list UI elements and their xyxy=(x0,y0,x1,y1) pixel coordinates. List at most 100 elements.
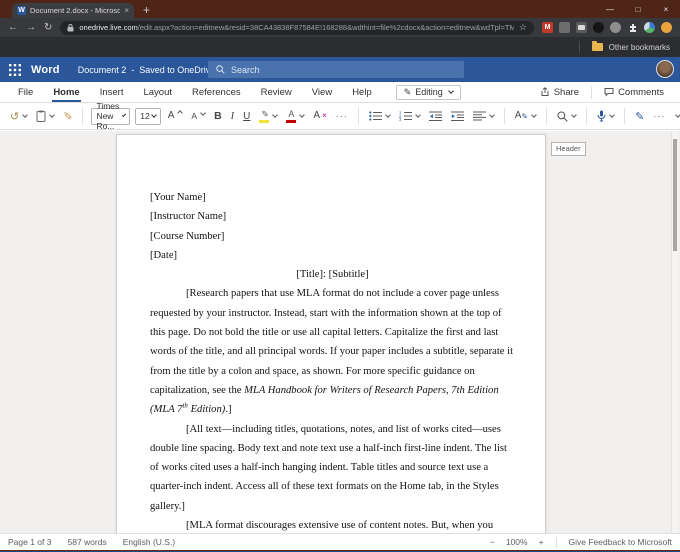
close-icon[interactable]: × xyxy=(652,0,680,18)
font-size-select[interactable]: 12 xyxy=(135,108,160,125)
page-count[interactable]: Page 1 of 3 xyxy=(8,537,51,547)
italic-button[interactable]: I xyxy=(229,110,237,123)
divider xyxy=(358,108,359,124)
font-size-value: 12 xyxy=(140,111,149,121)
zoom-level[interactable]: 100% xyxy=(506,537,528,547)
paragraph[interactable]: [Course Number] xyxy=(150,227,515,246)
clear-formatting-button[interactable]: A × xyxy=(311,110,328,122)
paragraph[interactable]: [All text—including titles, quotations, … xyxy=(150,420,515,516)
grow-font-button[interactable]: A xyxy=(166,110,185,122)
document-title-bar[interactable]: Document 2 - Saved to OneDrive xyxy=(78,65,227,75)
minimize-icon[interactable]: — xyxy=(596,0,624,18)
search-input[interactable]: Search xyxy=(208,61,464,78)
find-button[interactable] xyxy=(555,110,578,123)
extensions-area: M xyxy=(542,22,672,33)
app-launcher-waffle-icon[interactable] xyxy=(9,64,21,76)
tab-help[interactable]: Help xyxy=(342,82,382,102)
ribbon-tab-bar: File Home Insert Layout References Revie… xyxy=(0,82,680,103)
extension-icon-4[interactable] xyxy=(593,22,604,33)
new-tab-button[interactable]: + xyxy=(143,4,150,16)
collapse-ribbon-button[interactable] xyxy=(672,114,680,118)
more-font-options-button[interactable]: ··· xyxy=(334,110,350,122)
account-avatar[interactable] xyxy=(656,60,674,78)
editing-mode-button[interactable]: ✎ Editing xyxy=(396,85,461,100)
tab-references[interactable]: References xyxy=(182,82,251,102)
extension-icon-2[interactable] xyxy=(559,22,570,33)
feedback-link[interactable]: Give Feedback to Microsoft xyxy=(569,537,672,547)
font-color-button[interactable]: A xyxy=(284,109,306,124)
zoom-out-button[interactable]: − xyxy=(490,537,495,547)
browser-tab[interactable]: W Document 2.docx - Microsoft W... × xyxy=(12,3,134,18)
underline-button[interactable]: U xyxy=(241,110,252,123)
font-color-icon: A xyxy=(286,110,296,123)
tab-view[interactable]: View xyxy=(302,82,342,102)
divider xyxy=(591,86,592,99)
extension-icon-5[interactable] xyxy=(610,22,621,33)
word-count[interactable]: 587 words xyxy=(67,537,106,547)
clear-formatting-icon: A xyxy=(313,111,320,121)
ribbon-overflow-button[interactable]: ··· xyxy=(651,110,667,122)
caret-up-icon xyxy=(178,110,184,116)
title-separator: - xyxy=(131,65,134,75)
divider xyxy=(586,108,587,124)
back-icon[interactable]: ← xyxy=(8,23,18,33)
divider xyxy=(624,108,625,124)
dictate-button[interactable] xyxy=(595,109,616,123)
paragraph[interactable]: [Instructor Name] xyxy=(150,207,515,226)
other-bookmarks-folder-icon xyxy=(592,43,603,51)
styles-button[interactable]: A ✎ xyxy=(513,110,538,122)
scrollbar-thumb[interactable] xyxy=(673,139,677,251)
styles-icon: A xyxy=(515,111,522,121)
undo-button[interactable]: ↺ xyxy=(8,109,29,124)
paragraph[interactable]: [Research papers that use MLA format do … xyxy=(150,284,515,419)
increase-indent-button[interactable] xyxy=(449,110,466,122)
header-actions: Share Comments xyxy=(532,84,672,100)
bullets-button[interactable] xyxy=(367,110,392,122)
paragraph[interactable]: [MLA format discourages extensive use of… xyxy=(150,516,515,533)
header-chip[interactable]: Header xyxy=(551,142,586,156)
tab-insert[interactable]: Insert xyxy=(90,82,134,102)
format-painter-button[interactable]: ✐ xyxy=(61,109,74,124)
refresh-icon[interactable]: ↻ xyxy=(44,23,52,33)
grow-font-icon: A xyxy=(168,111,175,121)
format-painter-icon: ✐ xyxy=(63,110,72,123)
paragraph[interactable]: [Title]: [Subtitle] xyxy=(150,265,515,284)
tab-file[interactable]: File xyxy=(8,82,43,102)
tab-close-icon[interactable]: × xyxy=(124,6,129,15)
extensions-puzzle-icon[interactable] xyxy=(627,22,638,33)
language-status[interactable]: English (U.S.) xyxy=(123,537,175,547)
browser-profile-avatar[interactable] xyxy=(661,22,672,33)
bookmark-star-icon[interactable]: ☆ xyxy=(519,22,527,33)
vertical-scrollbar[interactable] xyxy=(671,131,678,533)
highlight-color-button[interactable]: ✐ xyxy=(257,109,279,124)
paste-button[interactable] xyxy=(34,109,56,123)
editor-button[interactable]: ✎ xyxy=(633,109,646,124)
zoom-in-button[interactable]: + xyxy=(539,537,544,547)
url-bar[interactable]: onedrive.live.com/edit.aspx?action=editn… xyxy=(60,21,534,35)
other-bookmarks-label[interactable]: Other bookmarks xyxy=(609,43,670,52)
shrink-font-button[interactable]: A xyxy=(189,111,207,122)
share-button[interactable]: Share xyxy=(532,84,587,100)
paragraph[interactable]: [Your Name] xyxy=(150,188,515,207)
word-favicon-icon: W xyxy=(17,6,26,15)
extension-icon-6[interactable] xyxy=(644,22,655,33)
extension-icon-1[interactable]: M xyxy=(542,22,553,33)
bold-button[interactable]: B xyxy=(212,109,224,123)
extension-icon-3[interactable] xyxy=(576,22,587,33)
decrease-indent-button[interactable] xyxy=(427,110,444,122)
bookmarks-divider xyxy=(579,41,580,53)
comments-button[interactable]: Comments xyxy=(596,84,672,100)
document-page[interactable]: [Your Name][Instructor Name][Course Numb… xyxy=(116,134,546,533)
paragraph[interactable]: [Date] xyxy=(150,246,515,265)
document-body[interactable]: [Your Name][Instructor Name][Course Numb… xyxy=(150,188,515,533)
forward-icon[interactable]: → xyxy=(26,23,36,33)
tab-layout[interactable]: Layout xyxy=(133,82,182,102)
svg-text:3: 3 xyxy=(399,117,402,121)
numbering-button[interactable]: 123 xyxy=(397,110,422,122)
tab-home[interactable]: Home xyxy=(43,82,89,102)
alignment-button[interactable] xyxy=(471,110,496,122)
tab-review[interactable]: Review xyxy=(251,82,302,102)
font-name-select[interactable]: Times New Ro... xyxy=(91,108,130,125)
document-title: Document 2 xyxy=(78,65,127,75)
maximize-icon[interactable]: □ xyxy=(624,0,652,18)
